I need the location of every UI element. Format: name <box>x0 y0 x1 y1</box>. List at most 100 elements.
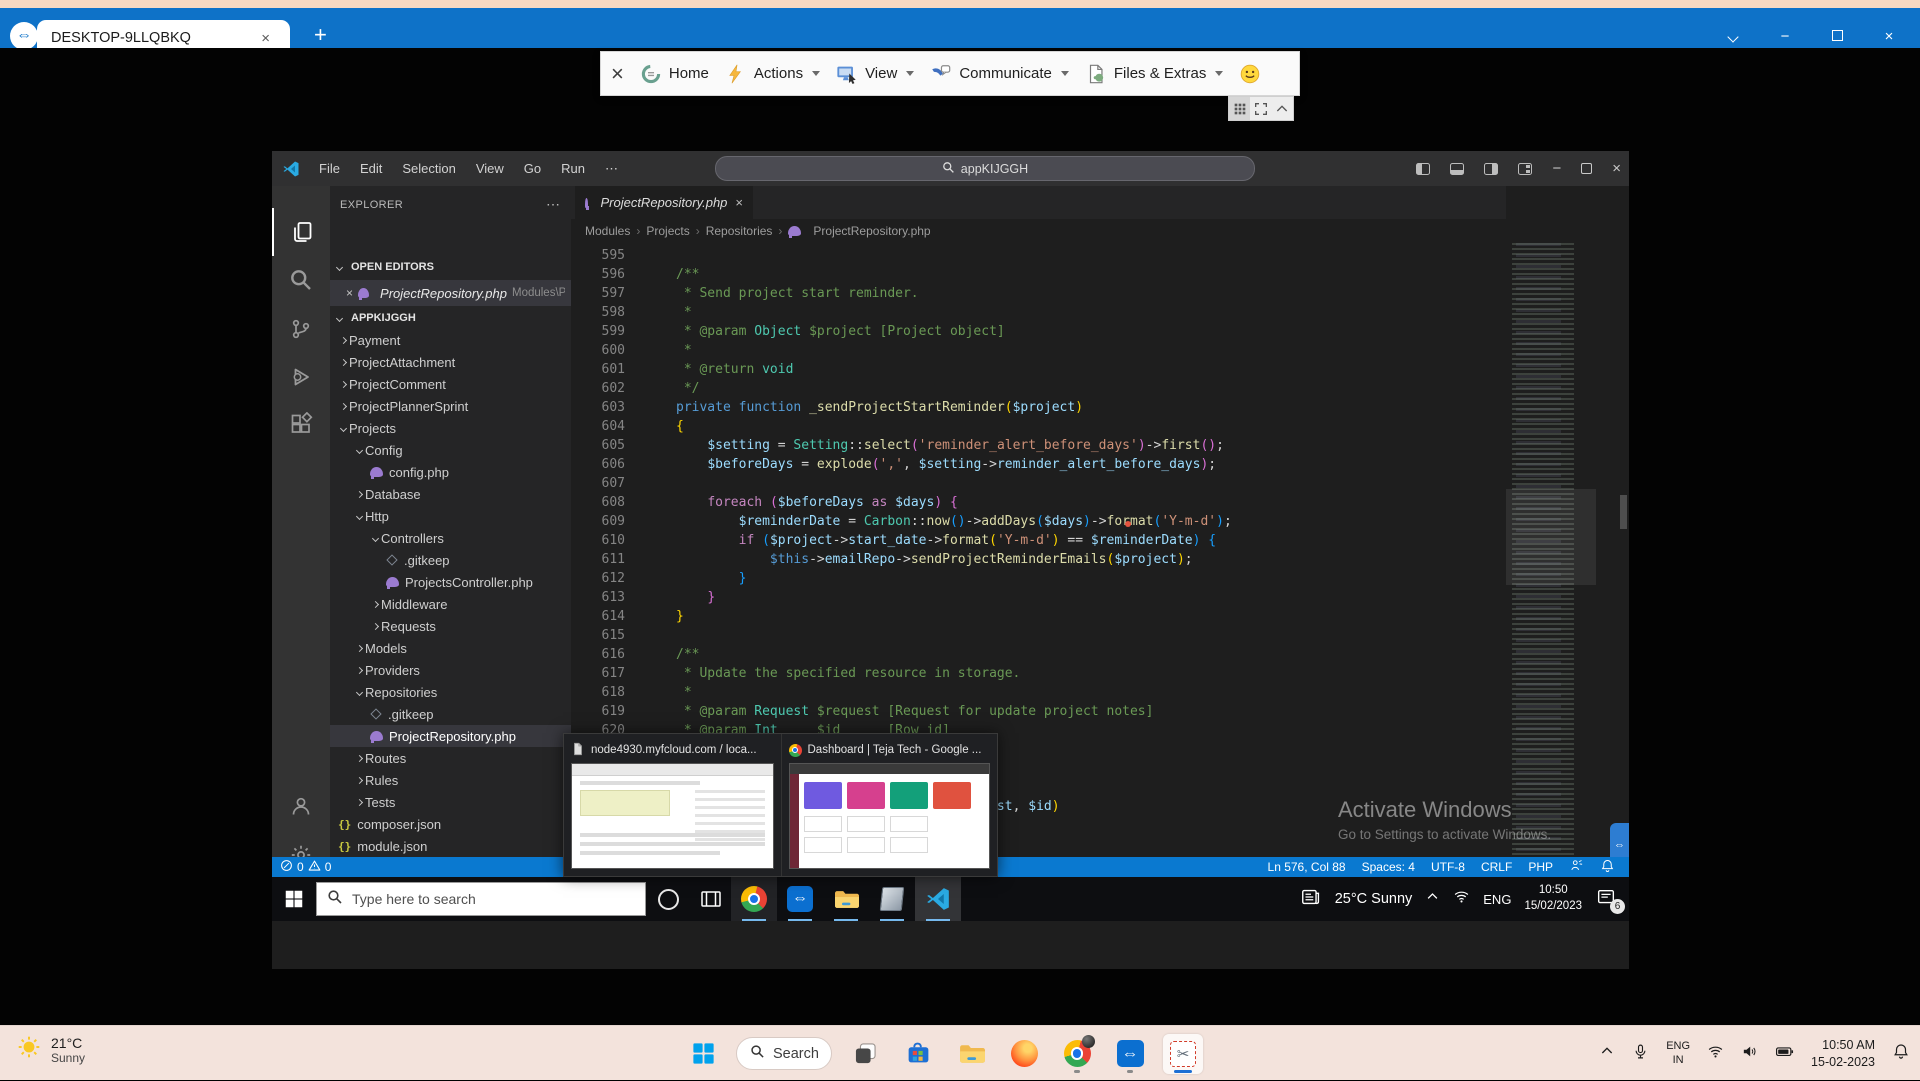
chevron-up-icon[interactable] <box>1599 1043 1615 1064</box>
tree-item-projectattachment[interactable]: ProjectAttachment <box>330 351 571 373</box>
search-icon[interactable] <box>272 256 330 304</box>
tree-item-requests[interactable]: Requests <box>330 615 571 637</box>
status-item[interactable]: PHP <box>1528 860 1553 874</box>
toggle-secondary-sidebar-icon[interactable] <box>1484 163 1498 175</box>
tree-item--gitkeep[interactable]: .gitkeep <box>330 549 571 571</box>
volume-icon[interactable] <box>1741 1043 1758 1065</box>
tree-item-middleware[interactable]: Middleware <box>330 593 571 615</box>
menu-file[interactable]: File <box>310 158 349 179</box>
language-indicator[interactable]: ENG <box>1483 892 1511 907</box>
collapse-toolbar-icon[interactable] <box>1272 97 1293 120</box>
menu-selection[interactable]: Selection <box>393 158 464 179</box>
preview-thumbnail[interactable] <box>789 763 991 869</box>
toolbar-item-communicate[interactable]: Communicate <box>930 63 1069 85</box>
maximize-button[interactable] <box>1824 28 1850 45</box>
breadcrumb-item[interactable]: Modules <box>585 224 630 238</box>
taskbar-app-firefox[interactable] <box>1004 1034 1044 1074</box>
toolbar-close-icon[interactable]: × <box>611 61 624 87</box>
taskbar-app-task-view[interactable] <box>845 1034 885 1074</box>
taskbar-app-chrome[interactable] <box>1057 1034 1097 1074</box>
more-actions-icon[interactable]: ⋯ <box>546 196 561 213</box>
weather-widget[interactable]: 25°C Sunny <box>1335 891 1413 907</box>
taskbar-app-file-explorer[interactable] <box>951 1034 991 1074</box>
tree-item-projectrepository-php[interactable]: ProjectRepository.php <box>330 725 571 747</box>
status-item[interactable]: CRLF <box>1481 860 1512 874</box>
taskbar-app-chrome[interactable] <box>731 877 777 921</box>
vscode-restore-button[interactable] <box>1581 163 1592 174</box>
taskbar-app-notes-app[interactable] <box>869 877 915 921</box>
breadcrumb-item[interactable]: Repositories <box>706 224 773 238</box>
account-icon[interactable] <box>272 782 330 830</box>
command-center-search[interactable]: appKIJGGH <box>715 156 1255 181</box>
minimize-button[interactable]: − <box>1772 28 1798 45</box>
news-icon[interactable] <box>1300 886 1322 913</box>
close-tab-icon[interactable]: × <box>735 195 743 210</box>
tree-item-http[interactable]: Http <box>330 505 571 527</box>
menu-⋯[interactable]: ⋯ <box>596 158 627 180</box>
feedback-icon[interactable] <box>1569 858 1584 876</box>
menu-edit[interactable]: Edit <box>351 158 391 179</box>
workspace-root-section[interactable]: APPKIJGGH <box>330 307 571 329</box>
tree-item-projectplannersprint[interactable]: ProjectPlannerSprint <box>330 395 571 417</box>
close-preview-icon[interactable]: × <box>987 743 990 757</box>
taskbar-app-teamviewer[interactable]: ⇔ <box>777 877 823 921</box>
fullscreen-icon[interactable] <box>1250 97 1271 120</box>
clock[interactable]: 10:50 AM 15-02-2023 <box>1811 1037 1875 1071</box>
preview-window-2[interactable]: Dashboard | Teja Tech - Google ... × <box>781 734 998 876</box>
tree-item-config-php[interactable]: config.php <box>330 461 571 483</box>
menu-run[interactable]: Run <box>552 158 594 179</box>
search-button[interactable]: Search <box>736 1037 832 1070</box>
microphone-icon[interactable] <box>1632 1043 1649 1065</box>
taskbar-search-input[interactable]: Type here to search <box>316 882 646 916</box>
tree-item-rules[interactable]: Rules <box>330 769 571 791</box>
source-control-icon[interactable] <box>272 305 330 353</box>
breadcrumb[interactable]: Modules›Projects›Repositories›ProjectRep… <box>571 219 1506 243</box>
taskbar-app-file-explorer[interactable] <box>823 877 869 921</box>
open-editor-item[interactable]: × ProjectRepository.php Modules\P... <box>330 280 571 306</box>
start-button[interactable] <box>272 877 316 921</box>
tree-item-config[interactable]: Config <box>330 439 571 461</box>
clock[interactable]: 10:50 15/02/2023 <box>1524 883 1582 914</box>
start-button[interactable] <box>683 1034 723 1074</box>
preview-thumbnail[interactable] <box>571 763 774 869</box>
task-view-icon[interactable] <box>699 887 723 911</box>
preview-window-1[interactable]: node4930.myfcloud.com / loca... <box>564 734 781 876</box>
tree-item-providers[interactable]: Providers <box>330 659 571 681</box>
grid-icon[interactable] <box>1229 97 1250 120</box>
scrollbar-thumb[interactable] <box>1620 495 1627 529</box>
wifi-icon[interactable] <box>1453 888 1470 910</box>
problems-indicator[interactable]: 0 0 <box>272 859 331 875</box>
tree-item-projectscontroller-php[interactable]: ProjectsController.php <box>330 571 571 593</box>
breadcrumb-item[interactable]: Projects <box>646 224 689 238</box>
tree-item-projects[interactable]: Projects <box>330 417 571 439</box>
tree-item-database[interactable]: Database <box>330 483 571 505</box>
toolbar-item-home[interactable]: Home <box>640 63 709 85</box>
taskbar-app-snipping-tool[interactable]: ✂ <box>1163 1034 1203 1074</box>
wifi-icon[interactable] <box>1707 1043 1724 1065</box>
status-item[interactable]: Spaces: 4 <box>1362 860 1415 874</box>
run-debug-icon[interactable] <box>272 353 330 401</box>
taskbar-app-teamviewer[interactable]: ⇔ <box>1110 1034 1150 1074</box>
notification-bell-icon[interactable] <box>1892 1042 1910 1065</box>
tree-item-repositories[interactable]: Repositories <box>330 681 571 703</box>
language-indicator[interactable]: ENG IN <box>1666 1040 1690 1068</box>
tree-item--gitkeep[interactable]: .gitkeep <box>330 703 571 725</box>
status-item[interactable]: Ln 576, Col 88 <box>1268 860 1346 874</box>
taskbar-app-vscode[interactable] <box>915 877 961 921</box>
tree-item-controllers[interactable]: Controllers <box>330 527 571 549</box>
vscode-minimize-button[interactable]: − <box>1552 160 1561 177</box>
extensions-icon[interactable] <box>272 400 330 448</box>
toolbar-item-feedback-smiley[interactable] <box>1239 63 1261 85</box>
toolbar-item-view[interactable]: View <box>836 63 914 85</box>
toggle-sidebar-icon[interactable] <box>1416 163 1430 175</box>
tree-item-composer-json[interactable]: {}composer.json <box>330 813 571 835</box>
tree-item-projectcomment[interactable]: ProjectComment <box>330 373 571 395</box>
tree-item-payment[interactable]: Payment <box>330 329 571 351</box>
toolbar-item-files-extras[interactable]: Files & Extras <box>1085 63 1224 85</box>
weather-widget[interactable]: 21°C Sunny <box>16 1034 85 1065</box>
chevron-down-icon[interactable] <box>1720 28 1746 45</box>
session-tab-close-icon[interactable]: × <box>255 28 276 49</box>
toggle-panel-icon[interactable] <box>1450 163 1464 175</box>
vscode-close-button[interactable]: × <box>1612 160 1621 177</box>
cortana-icon[interactable] <box>658 889 679 910</box>
